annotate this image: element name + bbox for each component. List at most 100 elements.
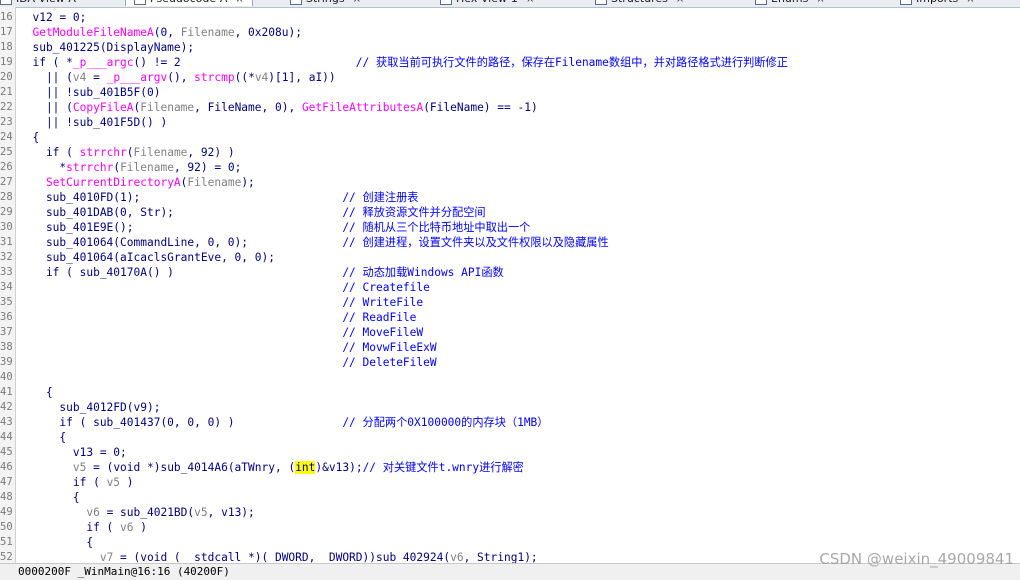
tab-close-icon[interactable]: × bbox=[235, 0, 243, 7]
code-token: sub_401E9E(); bbox=[19, 221, 343, 234]
tab-2[interactable]: Strings × bbox=[290, 0, 361, 6]
code-line[interactable]: 39 // DeleteFileW bbox=[0, 355, 1020, 370]
code-line[interactable]: 47 if ( v5 ) bbox=[0, 475, 1020, 490]
code-line[interactable]: 48 { bbox=[0, 490, 1020, 505]
tab-5[interactable]: Enums × bbox=[755, 0, 825, 6]
line-number: 34 bbox=[0, 281, 13, 293]
code-comment: // 释放资源文件并分配空间 bbox=[342, 206, 486, 219]
code-line[interactable]: 18 sub_401225(DisplayName); bbox=[0, 40, 1020, 55]
code-line[interactable]: 20 || (v4 = _p___argv(), strcmp((*v4)[1]… bbox=[0, 70, 1020, 85]
tab-icon bbox=[900, 0, 912, 5]
code-line[interactable]: 45 v13 = 0; bbox=[0, 445, 1020, 460]
tab-1[interactable]: Pseudocode-A × bbox=[125, 0, 253, 6]
code-comment: // 创建进程，设置文件夹以及文件权限以及隐藏属性 bbox=[342, 236, 609, 249]
line-number: 24 bbox=[0, 131, 13, 143]
code-line[interactable]: 49 v6 = sub_4021BD(v5, v13); bbox=[0, 505, 1020, 520]
code-text: v6 = sub_4021BD(v5, v13); bbox=[19, 505, 254, 520]
code-line[interactable]: 32 sub_401064(aIcaclsGrantEve, 0, 0); bbox=[0, 250, 1020, 265]
code-line[interactable]: 44 { bbox=[0, 430, 1020, 445]
tab-close-icon[interactable]: × bbox=[816, 0, 824, 7]
tab-label: Enums bbox=[771, 0, 808, 5]
code-token: if ( * bbox=[19, 56, 73, 69]
tab-label: Imports bbox=[916, 0, 958, 5]
code-text: if ( v6 ) bbox=[19, 520, 147, 535]
code-line[interactable]: 22 || (CopyFileA(Filename, FileName, 0),… bbox=[0, 100, 1020, 115]
code-line[interactable]: 17 GetModuleFileNameA(0, Filename, 0x208… bbox=[0, 25, 1020, 40]
line-number: 21 bbox=[0, 86, 13, 98]
code-function-call: GetFileAttributesA bbox=[301, 101, 424, 114]
code-line[interactable]: 42 sub_4012FD(v9); bbox=[0, 400, 1020, 415]
code-token: ) bbox=[120, 476, 134, 489]
code-text: { bbox=[19, 130, 39, 145]
line-number: 49 bbox=[0, 506, 13, 518]
code-line[interactable]: 19 if ( *_p___argc() != 2 // 获取当前可执行文件的路… bbox=[0, 55, 1020, 70]
code-token: || !sub_401F5D() ) bbox=[19, 116, 168, 129]
code-line[interactable]: 33 if ( sub_40170A() ) // 动态加载Windows AP… bbox=[0, 265, 1020, 280]
code-comment: // 对关键文件t.wnry进行解密 bbox=[362, 461, 524, 474]
tab-4[interactable]: Structures × bbox=[595, 0, 684, 6]
code-line[interactable]: 38 // MovwFileExW bbox=[0, 340, 1020, 355]
code-line[interactable]: 29 sub_401DAB(0, Str); // 释放资源文件并分配空间 bbox=[0, 205, 1020, 220]
code-line[interactable]: 36 // ReadFile bbox=[0, 310, 1020, 325]
line-number: 51 bbox=[0, 536, 13, 548]
code-line[interactable]: 37 // MoveFileW bbox=[0, 325, 1020, 340]
code-text: sub_401225(DisplayName); bbox=[19, 40, 194, 55]
tab-label: Strings bbox=[306, 0, 345, 5]
code-token: () != 2 bbox=[133, 56, 356, 69]
tab-6[interactable]: Imports × bbox=[900, 0, 975, 6]
code-line[interactable]: 31 sub_401064(CommandLine, 0, 0); // 创建进… bbox=[0, 235, 1020, 250]
code-line[interactable]: 16 v12 = 0; bbox=[0, 10, 1020, 25]
code-token: = (void *)sub_4014A6(aTWnry, ( bbox=[86, 461, 296, 474]
code-text: sub_4010FD(1); // 创建注册表 bbox=[19, 190, 419, 205]
code-token: = bbox=[86, 71, 107, 84]
code-line[interactable]: 43 if ( sub_401437(0, 0, 0) ) // 分配两个0X1… bbox=[0, 415, 1020, 430]
code-line[interactable]: 27 SetCurrentDirectoryA(Filename); bbox=[0, 175, 1020, 190]
code-line[interactable]: 35 // WriteFile bbox=[0, 295, 1020, 310]
tab-label: IDA View-A bbox=[16, 0, 76, 5]
line-number: 45 bbox=[0, 446, 13, 458]
code-line[interactable]: 40 bbox=[0, 370, 1020, 385]
tab-3[interactable]: Hex View-1 × bbox=[440, 0, 534, 6]
code-text: v13 = 0; bbox=[19, 445, 127, 460]
code-line[interactable]: 41 { bbox=[0, 385, 1020, 400]
code-line[interactable]: 24 { bbox=[0, 130, 1020, 145]
code-text: v12 = 0; bbox=[19, 10, 86, 25]
code-text: GetModuleFileNameA(0, Filename, 0x208u); bbox=[19, 25, 301, 40]
tab-close-icon[interactable]: × bbox=[966, 0, 974, 7]
tab-label: Pseudocode-A bbox=[150, 0, 227, 5]
tab-close-icon[interactable]: × bbox=[526, 0, 534, 7]
code-token: v5 bbox=[72, 461, 87, 474]
code-line[interactable]: 34 // Createfile bbox=[0, 280, 1020, 295]
code-token: { bbox=[19, 536, 94, 549]
code-token: )&v13); bbox=[315, 461, 363, 474]
code-line[interactable]: 50 if ( v6 ) bbox=[0, 520, 1020, 535]
code-token: { bbox=[19, 131, 40, 144]
code-comment: // MovwFileExW bbox=[342, 341, 437, 354]
tab-0[interactable]: IDA View-A bbox=[0, 0, 76, 6]
code-line[interactable]: 46 v5 = (void *)sub_4014A6(aTWnry, (int)… bbox=[0, 460, 1020, 475]
code-text: v5 = (void *)sub_4014A6(aTWnry, (int)&v1… bbox=[19, 460, 524, 475]
code-comment: // 动态加载Windows API函数 bbox=[342, 266, 504, 279]
code-line[interactable]: 21 || !sub_401B5F(0) bbox=[0, 85, 1020, 100]
code-token: || !sub_401B5F(0) bbox=[19, 86, 161, 99]
code-line[interactable]: 30 sub_401E9E(); // 随机从三个比特币地址中取出一个 bbox=[0, 220, 1020, 235]
code-function-call: SetCurrentDirectoryA bbox=[45, 176, 181, 189]
line-number: 33 bbox=[0, 266, 13, 278]
code-line[interactable]: 26 *strrchr(Filename, 92) = 0; bbox=[0, 160, 1020, 175]
code-token: sub_401DAB(0, Str); bbox=[19, 206, 343, 219]
tab-bar: IDA View-APseudocode-A×Strings×Hex View-… bbox=[0, 0, 1020, 8]
code-token: sub_4010FD(1); bbox=[19, 191, 343, 204]
tab-close-icon[interactable]: × bbox=[353, 0, 361, 7]
code-line[interactable]: 23 || !sub_401F5D() ) bbox=[0, 115, 1020, 130]
code-token: v13 = 0; bbox=[19, 446, 127, 459]
code-token: (), bbox=[167, 71, 195, 84]
code-token: Filename bbox=[180, 26, 235, 39]
tab-close-icon[interactable]: × bbox=[676, 0, 684, 7]
tab-label: Hex View-1 bbox=[456, 0, 518, 5]
code-text: sub_401064(CommandLine, 0, 0); // 创建进程，设… bbox=[19, 235, 609, 250]
code-token: sub_4012FD(v9); bbox=[19, 401, 161, 414]
code-line[interactable]: 51 { bbox=[0, 535, 1020, 550]
code-line[interactable]: 25 if ( strrchr(Filename, 92) ) bbox=[0, 145, 1020, 160]
code-line[interactable]: 28 sub_4010FD(1); // 创建注册表 bbox=[0, 190, 1020, 205]
